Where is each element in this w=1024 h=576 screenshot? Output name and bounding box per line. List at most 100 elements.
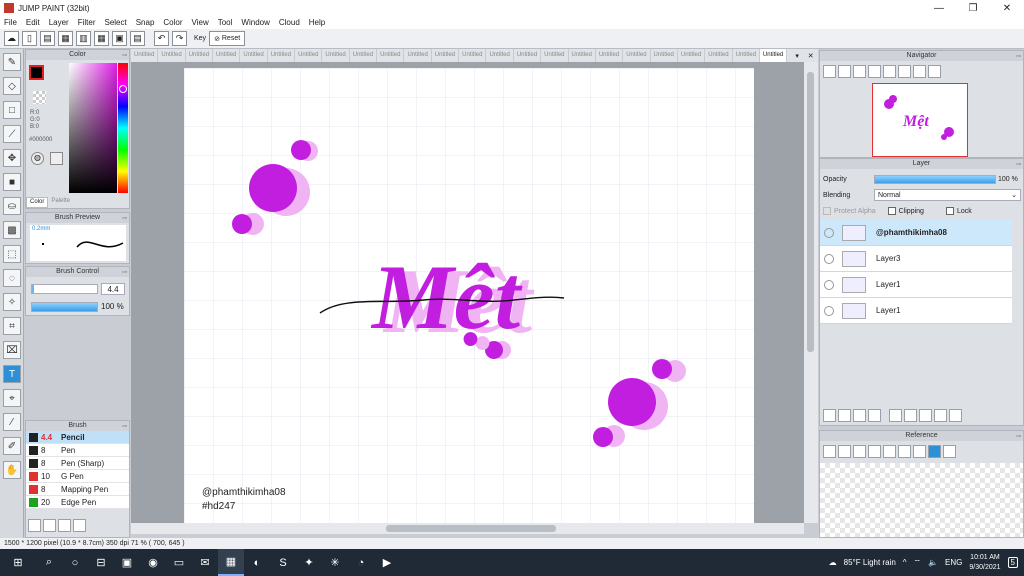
panel-options-icon[interactable]: ▫▫ [122,214,127,224]
document-tab-active[interactable]: Untitled [759,49,788,62]
text-tool-icon[interactable]: T [3,365,21,383]
document-tab[interactable]: Untitled [131,49,159,62]
flip-icon[interactable] [898,65,911,78]
layer-row[interactable]: Layer3 [820,246,1012,272]
undo-icon[interactable]: ↶ [154,31,169,46]
panel-options-icon[interactable]: ▫▫ [122,51,127,61]
horizontal-scrollbar[interactable] [131,523,804,534]
redo-icon[interactable]: ↷ [172,31,187,46]
document-tab[interactable]: Untitled [733,49,760,62]
menu-select[interactable]: Select [104,18,126,27]
document-tab[interactable]: Untitled [158,49,186,62]
layer-row[interactable]: Layer1 [820,272,1012,298]
layer-visibility-icon[interactable] [824,279,834,290]
line-tool-icon[interactable]: ⟋ [3,125,21,143]
hue-slider[interactable] [118,63,128,193]
layer-opacity-slider[interactable] [874,175,996,184]
brush-item[interactable]: 8 Mapping Pen [26,483,129,496]
notification-badge[interactable]: 5 [1007,557,1018,568]
menu-tool[interactable]: Tool [218,18,233,27]
brush-item[interactable]: 4.4 Pencil [26,431,129,444]
panel-options-icon[interactable]: ▫▫ [122,422,127,432]
brush-size-value[interactable]: 4.4 [101,283,125,295]
drawing-canvas[interactable]: Mệt Mệt @phamthikimha08 #hd247 [184,68,754,523]
layer-settings-icon[interactable] [934,409,947,422]
brush-item[interactable]: 8 Pen (Sharp) [26,457,129,470]
blending-select[interactable]: Normal ⌄ [874,189,1021,201]
hand-tool-icon[interactable]: ✋ [3,461,21,479]
widgets-icon[interactable]: ⊟ [88,549,114,576]
app-icon[interactable]: ✦ [296,549,322,576]
brush-settings-icon[interactable] [28,519,41,532]
eraser-tool-icon[interactable]: ◇ [3,77,21,95]
document-tab[interactable]: Untitled [486,49,514,62]
new-layer-icon[interactable] [823,409,836,422]
panel-options-icon[interactable]: ▫▫ [1016,160,1021,170]
layer-row[interactable]: Layer1 [820,298,1012,324]
document-tab[interactable]: Untitled [678,49,706,62]
layer-visibility-icon[interactable] [824,253,834,264]
document-tab[interactable]: Untitled [541,49,569,62]
weather-icon[interactable]: ☁ [829,558,837,567]
gradient-tool-icon[interactable]: ▩ [3,221,21,239]
color-set-icon[interactable] [50,152,63,165]
layer-visibility-icon[interactable] [824,227,834,238]
canvas-artwork[interactable]: Mệt Mệt @phamthikimha08 #hd247 [184,68,754,523]
select-eraser-tool-icon[interactable]: ⌧ [3,341,21,359]
document-tab[interactable]: Untitled [432,49,460,62]
vertical-scrollbar[interactable] [804,62,818,523]
language-indicator[interactable]: ENG [945,558,962,567]
new-folder-icon[interactable] [889,409,902,422]
rotate-left-icon[interactable] [883,65,896,78]
store-icon[interactable]: ▣ [114,549,140,576]
maximize-icon[interactable]: ❐ [956,3,990,14]
document-tab[interactable]: Untitled [322,49,350,62]
document-tab[interactable]: Untitled [596,49,624,62]
brush-item[interactable]: 10 G Pen [26,470,129,483]
fill-rect-tool-icon[interactable]: ■ [3,173,21,191]
protect-alpha-checkbox[interactable] [823,207,831,215]
ref-reset-icon[interactable] [943,445,956,458]
menu-filter[interactable]: Filter [78,18,96,27]
palette-wheel-icon[interactable]: ◍ [31,152,44,165]
saturation-value-picker[interactable] [69,63,117,193]
document-tab[interactable]: Untitled [705,49,733,62]
panel-options-icon[interactable]: ▫▫ [122,268,127,278]
brush-menu-icon[interactable] [58,519,71,532]
mail-icon[interactable]: ✉ [192,549,218,576]
export-icon[interactable]: ▥ [76,31,91,46]
ref-zoom-in-icon[interactable] [868,445,881,458]
grid-icon[interactable]: ▦ [94,31,109,46]
reference-canvas[interactable] [820,463,1023,537]
minimize-icon[interactable]: — [922,3,956,14]
tab-color[interactable]: Color [26,197,49,208]
ref-settings-icon[interactable] [823,445,836,458]
v-scroll-thumb[interactable] [807,72,814,352]
zoom-fit-icon[interactable] [823,65,836,78]
rotate-right-icon[interactable] [913,65,926,78]
rectangle-tool-icon[interactable]: □ [3,101,21,119]
duplicate-layer-icon[interactable] [904,409,917,422]
close-icon[interactable]: ✕ [990,3,1024,14]
tab-list-icon[interactable]: ▾ [795,52,799,60]
clipping-checkbox[interactable] [887,207,896,215]
lock-checkbox[interactable] [945,207,954,215]
menu-layer[interactable]: Layer [49,18,69,27]
zoom-out-icon[interactable] [868,65,881,78]
volume-icon[interactable]: 🔈 [928,558,938,567]
document-tab[interactable]: Untitled [295,49,323,62]
zoom-in-icon[interactable] [838,65,851,78]
layer-menu-icon[interactable] [868,409,881,422]
network-icon[interactable]: ⌔ [914,558,922,568]
new-file-icon[interactable]: ▯ [22,31,37,46]
reset-view-icon[interactable] [928,65,941,78]
document-tab[interactable]: Untitled [186,49,214,62]
settings-icon[interactable]: ▤ [130,31,145,46]
menu-color[interactable]: Color [163,18,182,27]
document-tab[interactable]: Untitled [459,49,487,62]
chrome-icon[interactable]: ◉ [140,549,166,576]
brush-item[interactable]: 8 Pen [26,444,129,457]
operation-tool-icon[interactable]: ⌖ [3,389,21,407]
navigator-thumbnail[interactable]: Mệt [872,83,968,157]
ref-zoom-fit-icon[interactable] [883,445,896,458]
